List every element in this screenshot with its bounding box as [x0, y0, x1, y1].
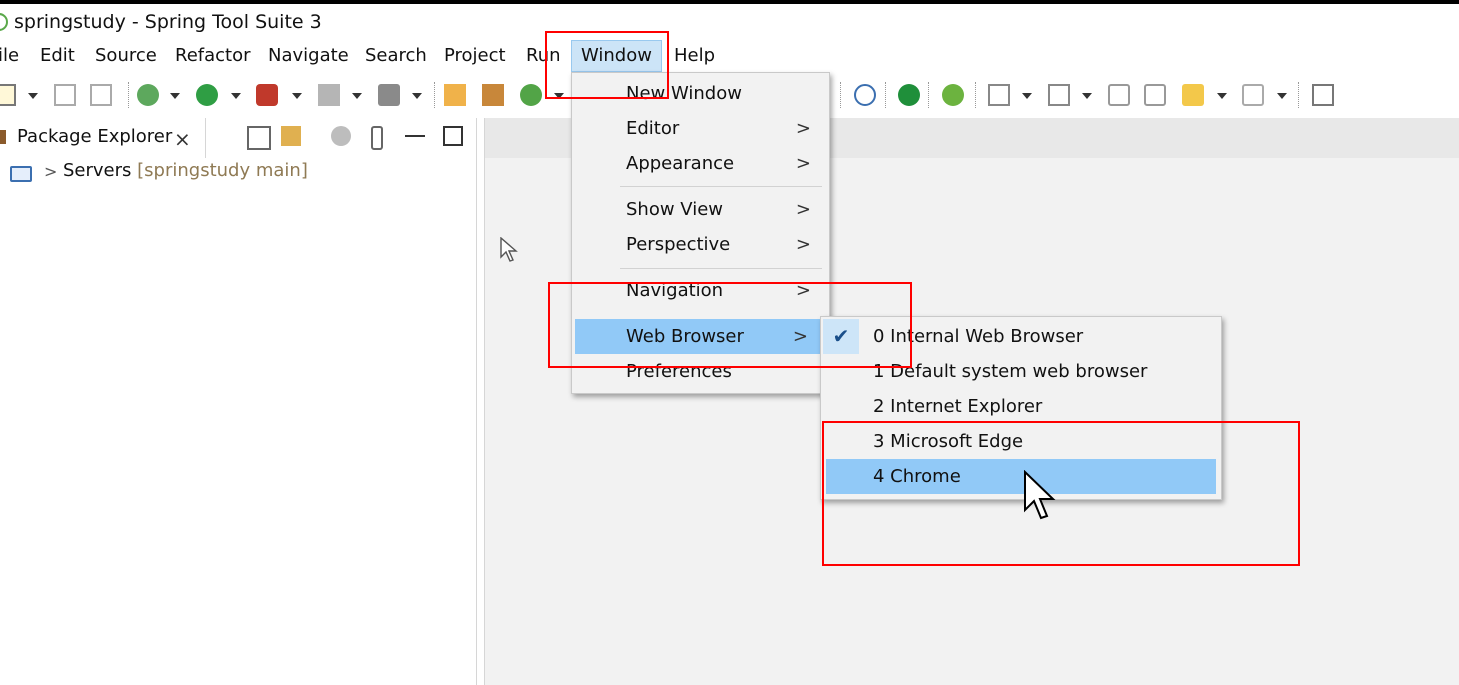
previous-annotation-icon[interactable] [1048, 84, 1070, 106]
mouse-pointer-icon [500, 237, 518, 262]
open-type-icon[interactable] [444, 84, 466, 106]
power-icon[interactable] [898, 84, 920, 106]
menu-item-appearance[interactable]: Appearance > [572, 146, 829, 181]
menu-navigate[interactable]: Navigate [268, 40, 349, 72]
menu-run[interactable]: Run [526, 40, 561, 72]
window-menu-dropdown: New Window Editor > Appearance > Show View… [571, 72, 830, 394]
deploy-dropdown-icon[interactable] [412, 93, 422, 99]
refresh-icon[interactable] [520, 84, 542, 106]
toolbar-separator [434, 82, 436, 108]
link-with-editor-icon[interactable] [281, 126, 301, 146]
web-browser-submenu: ✔ 0 Internal Web Browser 1 Default syste… [820, 316, 1222, 500]
stop-icon[interactable] [318, 84, 340, 106]
menu-separator [620, 268, 822, 269]
save-icon[interactable] [54, 84, 76, 106]
next-edit-icon[interactable] [1144, 84, 1166, 106]
run-icon[interactable] [196, 84, 218, 106]
browser-option-edge[interactable]: 3 Microsoft Edge [821, 424, 1221, 459]
menu-window[interactable]: Window [571, 40, 662, 72]
spring-icon[interactable] [942, 84, 964, 106]
external-tools-icon[interactable] [256, 84, 278, 106]
filter-icon[interactable] [331, 126, 351, 146]
menu-item-preferences[interactable]: Preferences [572, 354, 829, 389]
menu-project[interactable]: Project [444, 40, 506, 72]
save-all-icon[interactable] [90, 84, 112, 106]
toolbar-separator [840, 82, 842, 108]
menu-item-editor[interactable]: Editor > [572, 111, 829, 146]
package-icon [0, 130, 6, 144]
browser-option-chrome[interactable]: 4 Chrome [826, 459, 1216, 494]
run-dropdown-icon[interactable] [231, 93, 241, 99]
menu-file[interactable]: ile [0, 40, 19, 72]
view-menu-icon[interactable] [371, 126, 383, 150]
menu-bar: ile Edit Source Refactor Navigate Search… [0, 40, 1459, 72]
previous-annotation-dropdown-icon[interactable] [1082, 93, 1092, 99]
menu-refactor[interactable]: Refactor [175, 40, 251, 72]
tree-arrow: > [44, 162, 58, 181]
menu-item-navigation[interactable]: Navigation > [572, 273, 829, 308]
back-dropdown-icon[interactable] [1217, 93, 1227, 99]
back-arrow-icon[interactable] [1182, 84, 1204, 106]
toolbar-separator [885, 82, 887, 108]
browser-option-default[interactable]: 1 Default system web browser [821, 354, 1221, 389]
deploy-icon[interactable] [378, 84, 400, 106]
toolbar-separator [928, 82, 930, 108]
package-explorer-panel: Package Explorer ⨯ > Servers [springstud… [0, 118, 477, 685]
tree-item-servers[interactable]: > Servers [springstudy main] [0, 158, 476, 188]
open-task-icon[interactable] [482, 84, 504, 106]
last-edit-icon[interactable] [1108, 84, 1130, 106]
new-dropdown-icon[interactable] [28, 93, 38, 99]
debug-icon[interactable] [137, 84, 159, 106]
menu-help[interactable]: Help [674, 40, 715, 72]
checkmark-icon: ✔ [823, 319, 859, 354]
toolbar-separator [1298, 82, 1300, 108]
forward-arrow-icon[interactable] [1242, 84, 1264, 106]
toolbar-separator [128, 82, 130, 108]
menu-item-web-browser[interactable]: Web Browser > [575, 319, 823, 354]
close-icon[interactable]: ⨯ [174, 127, 191, 151]
external-tools-dropdown-icon[interactable] [292, 93, 302, 99]
search-icon[interactable] [854, 84, 876, 106]
spring-app-icon [0, 13, 8, 31]
menu-item-show-view[interactable]: Show View > [572, 192, 829, 227]
debug-dropdown-icon[interactable] [170, 93, 180, 99]
collapse-all-icon[interactable] [247, 126, 271, 150]
title-bar: springstudy - Spring Tool Suite 3 [0, 4, 1459, 40]
stop-dropdown-icon[interactable] [352, 93, 362, 99]
menu-source[interactable]: Source [95, 40, 157, 72]
pin-editor-icon[interactable] [1312, 84, 1334, 106]
tree-item-label: Servers [springstudy main] [63, 160, 308, 181]
toolbar-separator [975, 82, 977, 108]
forward-dropdown-icon[interactable] [1277, 93, 1287, 99]
mouse-pointer-icon [1024, 470, 1056, 520]
refresh-dropdown-icon[interactable] [554, 93, 564, 99]
new-icon[interactable] [0, 84, 16, 106]
browser-option-internal[interactable]: ✔ 0 Internal Web Browser [821, 319, 1221, 354]
maximize-icon[interactable] [443, 126, 463, 146]
menu-search[interactable]: Search [365, 40, 427, 72]
menu-separator [620, 186, 822, 187]
project-folder-icon [10, 166, 32, 182]
menu-item-new-window[interactable]: New Window [572, 76, 829, 111]
package-explorer-label: Package Explorer [17, 126, 173, 147]
minimize-icon[interactable] [405, 135, 425, 137]
window-title: springstudy - Spring Tool Suite 3 [14, 11, 322, 33]
package-explorer-tab[interactable]: Package Explorer ⨯ [0, 118, 206, 158]
next-annotation-dropdown-icon[interactable] [1022, 93, 1032, 99]
menu-item-perspective[interactable]: Perspective > [572, 227, 829, 262]
browser-option-ie[interactable]: 2 Internet Explorer [821, 389, 1221, 424]
menu-edit[interactable]: Edit [40, 40, 75, 72]
next-annotation-icon[interactable] [988, 84, 1010, 106]
